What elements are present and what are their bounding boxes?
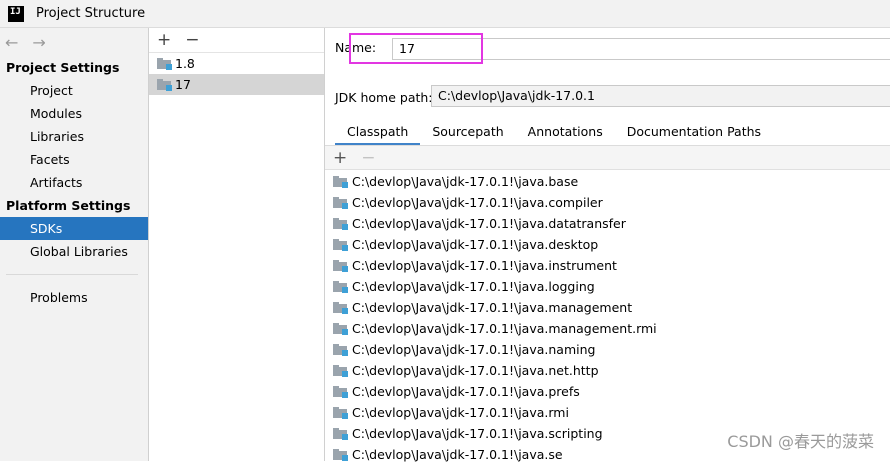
classpath-item[interactable]: C:\devlop\Java\jdk-17.0.1!\java.compiler xyxy=(325,192,890,213)
sdk-item-label: 1.8 xyxy=(175,56,195,71)
classpath-item[interactable]: C:\devlop\Java\jdk-17.0.1!\java.manageme… xyxy=(325,297,890,318)
jar-folder-icon xyxy=(333,218,348,230)
jar-folder-icon xyxy=(333,239,348,251)
sdk-folder-icon xyxy=(157,58,172,70)
classpath-list: C:\devlop\Java\jdk-17.0.1!\java.base C:\d… xyxy=(325,171,890,465)
classpath-item[interactable]: C:\devlop\Java\jdk-17.0.1!\java.manageme… xyxy=(325,318,890,339)
sdk-item-label: 17 xyxy=(175,77,191,92)
intellij-logo-icon: IJ xyxy=(8,5,24,22)
classpath-item[interactable]: C:\devlop\Java\jdk-17.0.1!\java.instrume… xyxy=(325,255,890,276)
jar-folder-icon xyxy=(333,449,348,461)
tab-documentation-paths[interactable]: Documentation Paths xyxy=(615,120,773,146)
jar-folder-icon xyxy=(333,302,348,314)
name-field[interactable]: 17 xyxy=(392,38,890,60)
classpath-item-label: C:\devlop\Java\jdk-17.0.1!\java.compiler xyxy=(352,195,603,210)
classpath-item-label: C:\devlop\Java\jdk-17.0.1!\java.naming xyxy=(352,342,596,357)
sidebar-item-facets[interactable]: Facets xyxy=(0,148,148,171)
sidebar-divider xyxy=(6,274,138,275)
classpath-item-label: C:\devlop\Java\jdk-17.0.1!\java.net.http xyxy=(352,363,599,378)
sdk-list-panel: + − 1.8 17 xyxy=(149,28,325,461)
name-row: Name: 17 xyxy=(335,38,890,60)
jar-folder-icon xyxy=(333,281,348,293)
sdk-detail-panel: Name: 17 JDK home path: C:\devlop\Java\j… xyxy=(325,28,890,462)
sidebar-item-artifacts[interactable]: Artifacts xyxy=(0,171,148,194)
jar-folder-icon xyxy=(333,365,348,377)
classpath-item-label: C:\devlop\Java\jdk-17.0.1!\java.base xyxy=(352,174,579,189)
classpath-item[interactable]: C:\devlop\Java\jdk-17.0.1!\java.desktop xyxy=(325,234,890,255)
sdk-list-toolbar: + − xyxy=(149,28,324,53)
jdk-home-label: JDK home path: xyxy=(335,89,433,105)
tab-annotations[interactable]: Annotations xyxy=(516,120,615,146)
forward-arrow-icon[interactable]: → xyxy=(32,33,45,52)
classpath-item-label: C:\devlop\Java\jdk-17.0.1!\java.manageme… xyxy=(352,321,657,336)
jar-folder-icon xyxy=(333,260,348,272)
classpath-item-label: C:\devlop\Java\jdk-17.0.1!\java.logging xyxy=(352,279,595,294)
jar-folder-icon xyxy=(333,197,348,209)
jdk-home-path-field[interactable]: C:\devlop\Java\jdk-17.0.1 xyxy=(431,85,890,107)
classpath-item-label: C:\devlop\Java\jdk-17.0.1!\java.prefs xyxy=(352,384,580,399)
classpath-item-label: C:\devlop\Java\jdk-17.0.1!\java.datatran… xyxy=(352,216,626,231)
classpath-item[interactable]: C:\devlop\Java\jdk-17.0.1!\java.naming xyxy=(325,339,890,360)
sidebar-item-global-libraries[interactable]: Global Libraries xyxy=(0,240,148,263)
sidebar-item-modules[interactable]: Modules xyxy=(0,102,148,125)
sdk-folder-icon xyxy=(157,79,172,91)
jar-folder-icon xyxy=(333,428,348,440)
jar-folder-icon xyxy=(333,386,348,398)
jar-folder-icon xyxy=(333,323,348,335)
classpath-item-label: C:\devlop\Java\jdk-17.0.1!\java.desktop xyxy=(352,237,599,252)
detail-tabs: Classpath Sourcepath Annotations Documen… xyxy=(335,120,773,146)
sdk-item[interactable]: 1.8 xyxy=(149,53,324,74)
tab-classpath[interactable]: Classpath xyxy=(335,120,421,146)
watermark: CSDN @春天的菠菜 xyxy=(727,432,874,451)
jar-folder-icon xyxy=(333,176,348,188)
classpath-item-label: C:\devlop\Java\jdk-17.0.1!\java.scriptin… xyxy=(352,426,603,441)
classpath-item[interactable]: C:\devlop\Java\jdk-17.0.1!\java.logging xyxy=(325,276,890,297)
jar-folder-icon xyxy=(333,407,348,419)
jar-folder-icon xyxy=(333,344,348,356)
remove-classpath-icon[interactable]: − xyxy=(361,148,375,168)
title-bar: IJ Project Structure xyxy=(0,0,890,28)
sdk-item[interactable]: 17 xyxy=(149,74,324,95)
sidebar-item-problems[interactable]: Problems xyxy=(0,286,148,309)
add-sdk-icon[interactable]: + xyxy=(157,30,171,50)
classpath-item[interactable]: C:\devlop\Java\jdk-17.0.1!\java.net.http xyxy=(325,360,890,381)
classpath-toolbar: + − xyxy=(325,146,890,170)
classpath-item-label: C:\devlop\Java\jdk-17.0.1!\java.rmi xyxy=(352,405,569,420)
sidebar-item-libraries[interactable]: Libraries xyxy=(0,125,148,148)
classpath-item[interactable]: C:\devlop\Java\jdk-17.0.1!\java.rmi xyxy=(325,402,890,423)
project-settings-header: Project Settings xyxy=(6,60,120,75)
back-arrow-icon[interactable]: ← xyxy=(5,33,18,52)
sidebar-item-sdks[interactable]: SDKs xyxy=(0,217,148,240)
add-classpath-icon[interactable]: + xyxy=(333,148,347,168)
history-nav: ← → xyxy=(0,28,148,56)
window-title: Project Structure xyxy=(36,6,146,21)
remove-sdk-icon[interactable]: − xyxy=(185,30,199,50)
name-label: Name: xyxy=(335,40,377,55)
classpath-item[interactable]: C:\devlop\Java\jdk-17.0.1!\java.prefs xyxy=(325,381,890,402)
classpath-item-label: C:\devlop\Java\jdk-17.0.1!\java.instrume… xyxy=(352,258,617,273)
classpath-item-label: C:\devlop\Java\jdk-17.0.1!\java.se xyxy=(352,447,563,462)
sidebar-item-project[interactable]: Project xyxy=(0,79,148,102)
tab-sourcepath[interactable]: Sourcepath xyxy=(420,120,515,146)
platform-settings-header: Platform Settings xyxy=(6,198,131,213)
classpath-item[interactable]: C:\devlop\Java\jdk-17.0.1!\java.datatran… xyxy=(325,213,890,234)
classpath-item-label: C:\devlop\Java\jdk-17.0.1!\java.manageme… xyxy=(352,300,633,315)
settings-sidebar: ← → Project Settings Project Modules Lib… xyxy=(0,28,149,461)
classpath-item[interactable]: C:\devlop\Java\jdk-17.0.1!\java.base xyxy=(325,171,890,192)
